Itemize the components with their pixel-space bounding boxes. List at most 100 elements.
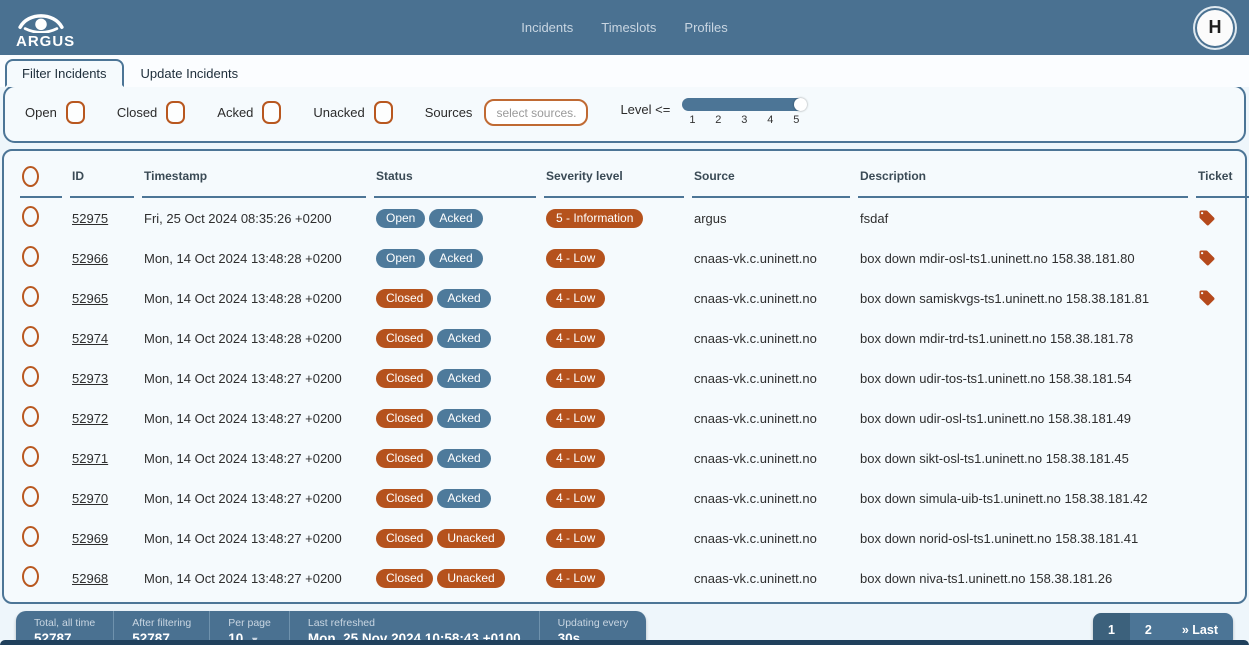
incident-ticket <box>1196 438 1249 478</box>
top-navbar: ARGUS Incidents Timeslots Profiles H <box>0 0 1249 55</box>
status-chip-acked: Acked <box>429 249 482 268</box>
row-checkbox[interactable] <box>22 486 39 507</box>
incident-severity: 4 - Low <box>544 318 684 358</box>
incident-id-link[interactable]: 52966 <box>72 251 108 266</box>
severity-chip: 4 - Low <box>546 489 605 508</box>
brand-logo[interactable]: ARGUS <box>16 7 75 49</box>
incident-row: 52966 Mon, 14 Oct 2024 13:48:28 +0200 Op… <box>20 238 1249 278</box>
incident-timestamp: Mon, 14 Oct 2024 13:48:28 +0200 <box>142 238 366 278</box>
incident-ticket <box>1196 278 1249 318</box>
incident-id-link[interactable]: 52965 <box>72 291 108 306</box>
status-chip-closed: Closed <box>376 489 433 508</box>
level-slider-ticks: 12345 <box>682 111 806 126</box>
status-chip-closed: Closed <box>376 369 433 388</box>
incident-ticket <box>1196 198 1249 238</box>
incident-ticket <box>1196 478 1249 518</box>
incident-id-link[interactable]: 52968 <box>72 571 108 586</box>
incident-id-link[interactable]: 52969 <box>72 531 108 546</box>
incident-row: 52969 Mon, 14 Oct 2024 13:48:27 +0200 Cl… <box>20 518 1249 558</box>
sources-input[interactable] <box>484 99 588 126</box>
status-chip-acked: Acked <box>437 449 490 468</box>
filter-label-acked: Acked <box>217 105 253 120</box>
eye-icon <box>16 7 64 33</box>
status-chip-acked: Acked <box>437 489 490 508</box>
incident-description: box down simula-uib-ts1.uninett.no 158.3… <box>858 478 1188 518</box>
incident-source: cnaas-vk.c.uninett.no <box>692 278 850 318</box>
incident-ticket <box>1196 238 1249 278</box>
incident-timestamp: Mon, 14 Oct 2024 13:48:27 +0200 <box>142 518 366 558</box>
filter-checkbox-unacked[interactable] <box>374 101 393 124</box>
tab-bar: Filter Incidents Update Incidents <box>0 55 1249 87</box>
incident-description: box down niva-ts1.uninett.no 158.38.181.… <box>858 558 1188 598</box>
incident-source: cnaas-vk.c.uninett.no <box>692 318 850 358</box>
level-slider-thumb[interactable] <box>794 98 807 111</box>
incident-ticket <box>1196 318 1249 358</box>
incident-description: box down mdir-trd-ts1.uninett.no 158.38.… <box>858 318 1188 358</box>
incident-status: ClosedAcked <box>374 438 536 478</box>
incident-id-link[interactable]: 52971 <box>72 451 108 466</box>
incident-source: cnaas-vk.c.uninett.no <box>692 358 850 398</box>
incident-id-link[interactable]: 52975 <box>72 211 108 226</box>
nav-link-profiles[interactable]: Profiles <box>684 20 727 35</box>
level-tick-4: 4 <box>767 114 773 126</box>
incident-timestamp: Mon, 14 Oct 2024 13:48:28 +0200 <box>142 278 366 318</box>
row-checkbox[interactable] <box>22 286 39 307</box>
incident-timestamp: Mon, 14 Oct 2024 13:48:28 +0200 <box>142 318 366 358</box>
status-chip-acked: Acked <box>429 209 482 228</box>
nav-link-incidents[interactable]: Incidents <box>521 20 573 35</box>
filter-checkbox-acked[interactable] <box>262 101 281 124</box>
incident-severity: 4 - Low <box>544 278 684 318</box>
incident-status: ClosedUnacked <box>374 558 536 598</box>
level-slider[interactable] <box>682 98 806 111</box>
row-checkbox[interactable] <box>22 206 39 227</box>
incident-status: OpenAcked <box>374 198 536 238</box>
status-chip-open: Open <box>376 209 425 228</box>
col-header-source: Source <box>692 151 850 198</box>
filter-group-open: Open <box>25 101 85 124</box>
tab-filter-incidents[interactable]: Filter Incidents <box>5 59 124 87</box>
incidents-table-panel: ID Timestamp Status Severity level Sourc… <box>2 149 1247 604</box>
filter-checkbox-open[interactable] <box>66 101 85 124</box>
severity-chip: 4 - Low <box>546 569 605 588</box>
severity-chip: 4 - Low <box>546 369 605 388</box>
row-checkbox[interactable] <box>22 366 39 387</box>
main-nav: Incidents Timeslots Profiles <box>521 20 728 35</box>
ticket-tag-icon[interactable] <box>1198 289 1216 307</box>
stat-label: After filtering <box>132 617 191 629</box>
incident-id-link[interactable]: 52973 <box>72 371 108 386</box>
incident-severity: 4 - Low <box>544 558 684 598</box>
stat-label: Total, all time <box>34 617 95 629</box>
row-checkbox[interactable] <box>22 446 39 467</box>
incident-row: 52972 Mon, 14 Oct 2024 13:48:27 +0200 Cl… <box>20 398 1249 438</box>
row-checkbox[interactable] <box>22 326 39 347</box>
col-header-timestamp: Timestamp <box>142 151 366 198</box>
incident-ticket <box>1196 358 1249 398</box>
row-checkbox[interactable] <box>22 526 39 547</box>
row-checkbox[interactable] <box>22 566 39 587</box>
incident-ticket <box>1196 518 1249 558</box>
status-chip-closed: Closed <box>376 449 433 468</box>
ticket-tag-icon[interactable] <box>1198 249 1216 267</box>
nav-link-timeslots[interactable]: Timeslots <box>601 20 656 35</box>
tab-update-incidents[interactable]: Update Incidents <box>124 59 256 87</box>
incident-id-link[interactable]: 52970 <box>72 491 108 506</box>
incident-row: 52973 Mon, 14 Oct 2024 13:48:27 +0200 Cl… <box>20 358 1249 398</box>
ticket-tag-icon[interactable] <box>1198 209 1216 227</box>
sources-group: Sources <box>425 99 589 126</box>
user-avatar[interactable]: H <box>1197 10 1233 46</box>
table-header-row: ID Timestamp Status Severity level Sourc… <box>20 151 1249 198</box>
status-chip-closed: Closed <box>376 289 433 308</box>
level-slider-wrap: 12345 <box>682 98 806 126</box>
status-chip-acked: Acked <box>437 289 490 308</box>
incident-timestamp: Mon, 14 Oct 2024 13:48:27 +0200 <box>142 478 366 518</box>
incident-row: 52975 Fri, 25 Oct 2024 08:35:26 +0200 Op… <box>20 198 1249 238</box>
filter-checkbox-closed[interactable] <box>166 101 185 124</box>
incident-description: box down udir-tos-ts1.uninett.no 158.38.… <box>858 358 1188 398</box>
row-checkbox[interactable] <box>22 406 39 427</box>
select-all-checkbox[interactable] <box>22 166 39 187</box>
filter-label-open: Open <box>25 105 57 120</box>
incident-row: 52971 Mon, 14 Oct 2024 13:48:27 +0200 Cl… <box>20 438 1249 478</box>
incident-id-link[interactable]: 52972 <box>72 411 108 426</box>
row-checkbox[interactable] <box>22 246 39 267</box>
incident-id-link[interactable]: 52974 <box>72 331 108 346</box>
